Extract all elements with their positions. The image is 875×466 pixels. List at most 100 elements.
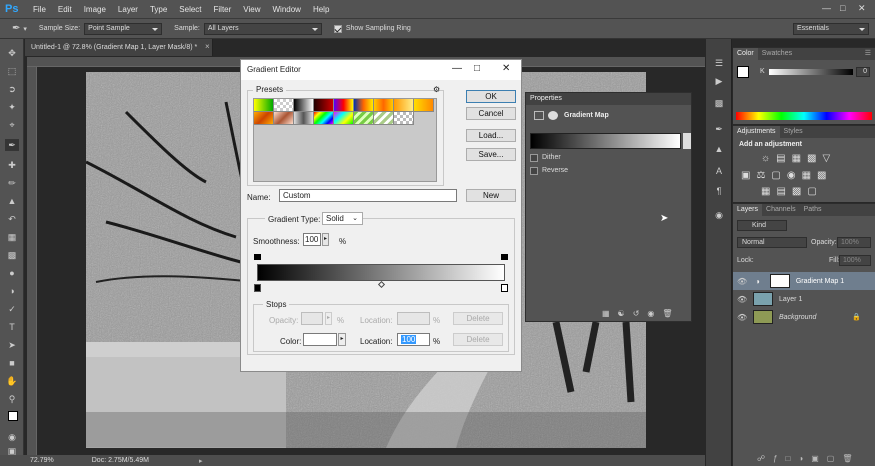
minimize-icon[interactable]: — <box>452 63 462 74</box>
preset-swatch[interactable] <box>334 112 354 125</box>
mask-icon[interactable] <box>548 111 558 120</box>
stop-color-location-input[interactable]: 100 <box>397 333 430 346</box>
rectangle-tool-icon[interactable]: ■ <box>5 357 19 369</box>
layer-row-layer-1[interactable]: 👁 Layer 1 <box>733 290 875 308</box>
menu-layer[interactable]: Layer <box>112 5 144 14</box>
cancel-button[interactable]: Cancel <box>466 107 516 120</box>
tab-color[interactable]: Color <box>733 48 758 60</box>
status-menu-arrow-icon[interactable]: ▸ <box>199 457 203 465</box>
adjustment-icons-row-2[interactable]: ▣⚖▢◉▦▩ <box>741 170 832 181</box>
menu-view[interactable]: View <box>237 5 266 14</box>
blend-mode-select[interactable]: Normal <box>737 237 807 248</box>
preset-swatch[interactable] <box>254 99 274 112</box>
eyedropper-icon[interactable]: ✒ <box>12 23 20 34</box>
preset-swatch[interactable] <box>314 112 334 125</box>
adjustment-icons-row-3[interactable]: ▦▤▩▢ <box>761 186 823 197</box>
color-foreground-swatch[interactable] <box>737 66 749 78</box>
preset-swatch[interactable] <box>354 112 374 125</box>
gradient-ramp[interactable] <box>257 264 505 281</box>
properties-footer-icons[interactable]: ▦☯↺◉🗑 <box>602 309 681 318</box>
layer-actions-icons[interactable]: ☍ƒ□◑▣▢🗑 <box>757 454 861 463</box>
history-panel-icon[interactable]: ☰ <box>712 57 726 69</box>
fill-field[interactable]: 100% <box>839 255 871 266</box>
maximize-icon[interactable]: □ <box>840 3 845 13</box>
paragraph-panel-icon[interactable]: ¶ <box>712 185 726 197</box>
delete-opacity-stop-button[interactable]: Delete <box>453 312 503 325</box>
eyedropper-tool-icon[interactable]: ✒ <box>5 139 19 151</box>
blur-tool-icon[interactable]: ● <box>5 267 19 279</box>
reverse-checkbox[interactable] <box>530 167 538 175</box>
stop-color-dropdown-icon[interactable]: ▸ <box>338 333 346 346</box>
sample-size-select[interactable]: Point Sample <box>84 22 163 35</box>
preset-swatch[interactable] <box>254 112 274 125</box>
tool-preset-chevron-icon[interactable]: ▾ <box>23 25 27 33</box>
move-tool-icon[interactable]: ✥ <box>5 47 19 59</box>
menu-window[interactable]: Window <box>267 5 307 14</box>
smoothness-input[interactable]: 100 <box>303 233 321 246</box>
sample-select[interactable]: All Layers <box>203 22 322 35</box>
preset-swatch[interactable] <box>414 99 434 112</box>
brush-tool-icon[interactable]: ✏ <box>5 177 19 189</box>
tab-paths[interactable]: Paths <box>800 204 826 216</box>
stop-opacity-location-input[interactable] <box>397 312 430 325</box>
dither-checkbox[interactable] <box>530 154 538 162</box>
clone-source-icon[interactable]: ▲ <box>712 143 726 155</box>
show-sampling-ring-checkbox[interactable] <box>333 24 342 33</box>
visibility-eye-icon[interactable]: 👁 <box>737 313 747 322</box>
adjustment-icons-row-1[interactable]: ☼▤▦▩▽ <box>761 153 836 164</box>
stop-color-swatch[interactable] <box>303 333 337 346</box>
close-icon[interactable]: ✕ <box>858 3 866 14</box>
gradient-dropdown-chevron-icon[interactable] <box>683 133 691 149</box>
gradient-type-select[interactable]: Solid ⌄ <box>322 212 363 225</box>
visibility-eye-icon[interactable]: 👁 <box>737 295 747 304</box>
character-panel-icon[interactable]: A <box>712 165 726 177</box>
zoom-tool-icon[interactable]: ⚲ <box>5 393 19 405</box>
load-button[interactable]: Load... <box>466 129 516 142</box>
preset-swatch[interactable] <box>274 112 294 125</box>
workspace-select[interactable]: Essentials <box>793 23 869 35</box>
gradient-preview[interactable] <box>530 133 681 149</box>
gradient-name-input[interactable]: Custom <box>279 189 457 202</box>
preset-swatch[interactable] <box>274 99 294 112</box>
menu-image[interactable]: Image <box>78 5 112 14</box>
preset-swatch[interactable] <box>294 99 314 112</box>
layer-filter-kind[interactable]: Kind <box>737 220 787 231</box>
crop-tool-icon[interactable]: ⌖ <box>5 119 19 131</box>
opacity-stop-right[interactable] <box>501 254 508 260</box>
type-tool-icon[interactable]: T <box>5 321 19 333</box>
menu-filter[interactable]: Filter <box>208 5 238 14</box>
preset-swatch[interactable] <box>394 112 414 125</box>
menu-edit[interactable]: Edit <box>52 5 78 14</box>
layer-row-gradient-map[interactable]: 👁 ◑ Gradient Map 1 <box>733 272 875 290</box>
preset-swatch[interactable] <box>354 99 374 112</box>
history-brush-tool-icon[interactable]: ↶ <box>5 213 19 225</box>
tab-swatches[interactable]: Swatches <box>758 48 796 60</box>
quick-select-tool-icon[interactable]: ✦ <box>5 101 19 113</box>
stop-opacity-dropdown-icon[interactable]: ▸ <box>325 312 332 325</box>
quick-mask-icon[interactable]: ◉ <box>5 431 19 443</box>
tab-channels[interactable]: Channels <box>762 204 800 216</box>
close-icon[interactable]: ✕ <box>502 63 510 74</box>
layer-mask-thumbnail[interactable] <box>769 274 790 288</box>
preset-swatch[interactable] <box>374 99 394 112</box>
preset-swatch[interactable] <box>374 112 394 125</box>
preset-swatch[interactable] <box>394 99 414 112</box>
eraser-tool-icon[interactable]: ▦ <box>5 231 19 243</box>
menu-type[interactable]: Type <box>144 5 173 14</box>
healing-brush-tool-icon[interactable]: ✚ <box>5 159 19 171</box>
lasso-tool-icon[interactable]: ➲ <box>5 83 19 95</box>
color-stop-right-selected[interactable] <box>501 284 508 292</box>
preset-swatch[interactable] <box>314 99 334 112</box>
save-button[interactable]: Save... <box>466 148 516 161</box>
gradient-tool-icon[interactable]: ▩ <box>5 249 19 261</box>
maximize-icon[interactable]: □ <box>474 63 480 74</box>
preset-swatch[interactable] <box>334 99 354 112</box>
color-spectrum-bar[interactable] <box>736 112 872 120</box>
close-document-icon[interactable]: × <box>205 42 210 51</box>
path-select-tool-icon[interactable]: ➤ <box>5 339 19 351</box>
foreground-color-swatch[interactable] <box>8 411 18 421</box>
pen-tool-icon[interactable]: ✓ <box>5 303 19 315</box>
tab-layers[interactable]: Layers <box>733 204 763 216</box>
opacity-stop-left[interactable] <box>254 254 261 260</box>
document-tab[interactable]: Untitled-1 @ 72.8% (Gradient Map 1, Laye… <box>25 39 213 56</box>
